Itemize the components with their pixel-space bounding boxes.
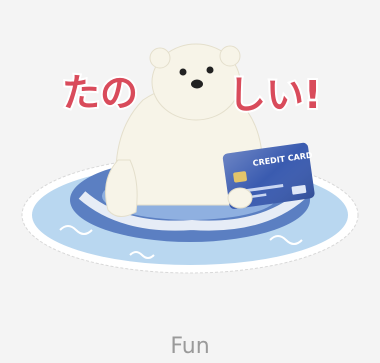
fun-sticker-image: CREDIT CARD たの しい!	[21, 43, 359, 274]
sticker-text-left: たの	[62, 71, 138, 115]
sticker-caption: Fun	[170, 334, 210, 359]
sticker-tile[interactable]: CREDIT CARD たの しい! Fun	[0, 0, 380, 363]
sticker-text-right: しい!	[228, 73, 321, 117]
